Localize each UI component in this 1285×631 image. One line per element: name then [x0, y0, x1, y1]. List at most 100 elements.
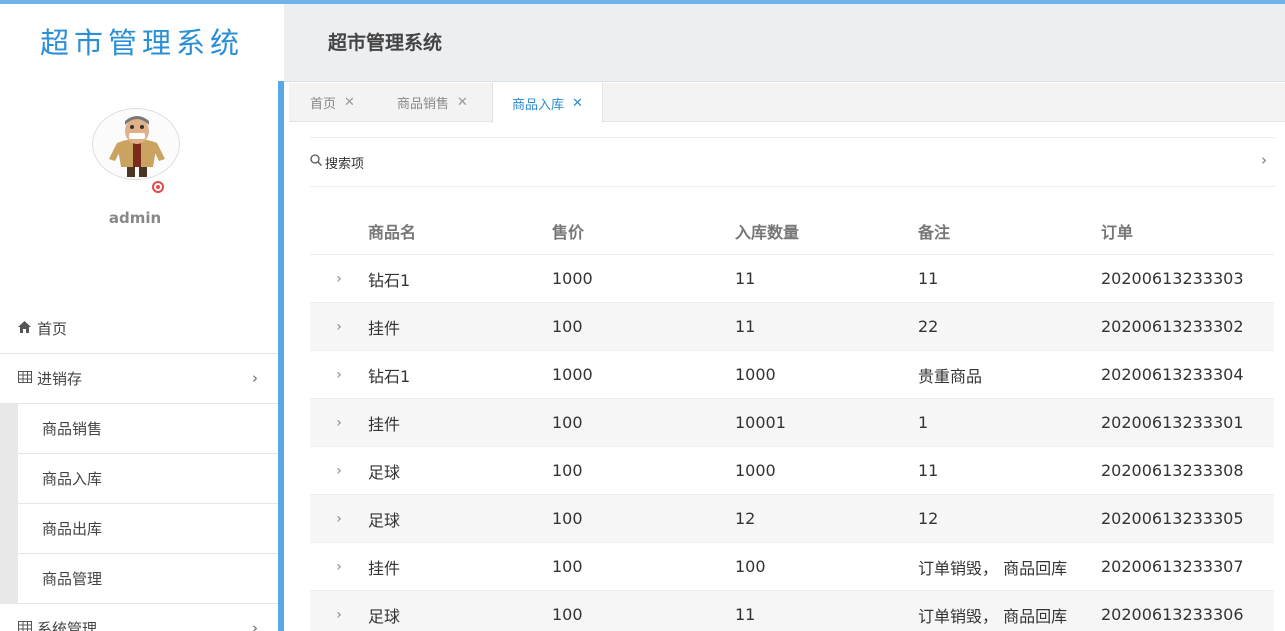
column-header[interactable]: 备注 — [918, 219, 1101, 243]
submenu: 商品销售 商品入库 商品出库 商品管理 — [0, 404, 278, 604]
table-cell: 挂件 — [368, 414, 401, 434]
submenu-item-stock-out[interactable]: 商品出库 — [18, 504, 278, 554]
top-header: 超市管理系统 — [284, 4, 1285, 82]
table-cell: 100 — [735, 557, 766, 576]
expand-chevron-icon[interactable]: › — [310, 559, 368, 575]
submenu-item-stock-in[interactable]: 商品入库 — [18, 454, 278, 504]
tab-stock-in[interactable]: 商品入库 ✕ — [492, 83, 603, 123]
table-row[interactable]: › 足球 100 1000 11 20200613233308 — [310, 447, 1274, 495]
expand-chevron-icon[interactable]: › — [310, 271, 368, 287]
sidebar-item-inventory[interactable]: 进销存 › — [0, 354, 278, 404]
table-cell: 足球 — [368, 462, 401, 482]
column-header[interactable]: 订单 — [1101, 219, 1274, 243]
chevron-right-icon: › — [252, 619, 258, 631]
table-cell: 22 — [918, 317, 939, 336]
table-cell: 挂件 — [368, 558, 401, 578]
submenu-item-label: 商品管理 — [42, 570, 103, 588]
tab-label: 商品入库 — [512, 97, 565, 113]
close-icon[interactable]: ✕ — [572, 96, 583, 111]
table-row[interactable]: › 足球 100 12 12 20200613233305 — [310, 495, 1274, 543]
sidebar-scrollbar[interactable] — [278, 81, 284, 631]
page-title: 超市管理系统 — [328, 32, 443, 54]
table-cell: 11 — [735, 269, 756, 288]
table-cell: 钻石1 — [368, 270, 411, 290]
expand-chevron-icon[interactable]: › — [310, 607, 368, 623]
table-row[interactable]: › 挂件 100 100 订单销毁， 商品回库 20200613233307 — [310, 543, 1274, 591]
stock-in-table: 商品名 售价 入库数量 备注 订单 › 钻石1 1000 11 11 20200… — [310, 207, 1274, 631]
table-cell: 20200613233306 — [1101, 605, 1244, 624]
expand-chevron-icon[interactable]: › — [310, 463, 368, 479]
table-cell: 1000 — [735, 461, 776, 480]
search-collapse[interactable]: 搜索项 › — [310, 137, 1275, 187]
tab-home[interactable]: 首页 ✕ — [310, 83, 355, 122]
table-cell: 1000 — [552, 365, 593, 384]
table-row[interactable]: › 挂件 100 10001 1 20200613233301 — [310, 399, 1274, 447]
submenu-item-sales[interactable]: 商品销售 — [18, 404, 278, 454]
table-cell: 100 — [552, 557, 583, 576]
sidebar-item-label: 进销存 — [37, 370, 83, 388]
table-cell: 10001 — [735, 413, 786, 432]
close-icon[interactable]: ✕ — [457, 95, 468, 110]
search-label: 搜索项 — [325, 156, 365, 172]
avatar[interactable] — [92, 108, 180, 180]
table-cell: 贵重商品 — [918, 366, 983, 386]
table-cell: 12 — [918, 509, 939, 528]
submenu-item-label: 商品入库 — [42, 470, 103, 488]
table-cell: 20200613233307 — [1101, 557, 1244, 576]
table-cell: 12 — [735, 509, 756, 528]
table-cell: 1 — [918, 413, 929, 432]
table-cell: 11 — [735, 605, 756, 624]
home-icon — [18, 320, 34, 337]
table-cell: 20200613233301 — [1101, 413, 1244, 432]
table-cell: 足球 — [368, 510, 401, 530]
expand-chevron-icon[interactable]: › — [310, 319, 368, 335]
sidebar-item-system[interactable]: 系统管理 › — [0, 604, 278, 631]
submenu-item-product-manage[interactable]: 商品管理 — [18, 554, 278, 604]
sidebar-item-label: 首页 — [37, 320, 68, 338]
column-header[interactable]: 商品名 — [368, 219, 552, 243]
expand-chevron-icon[interactable]: › — [310, 367, 368, 383]
table-cell: 100 — [552, 317, 583, 336]
table-cell: 钻石1 — [368, 366, 411, 386]
table-row[interactable]: › 挂件 100 11 22 20200613233302 — [310, 303, 1274, 351]
table-cell: 20200613233304 — [1101, 365, 1244, 384]
column-header[interactable]: 入库数量 — [735, 219, 918, 243]
chevron-right-icon[interactable]: › — [1261, 151, 1267, 169]
chevron-right-icon: › — [252, 369, 258, 387]
table-cell: 挂件 — [368, 318, 401, 338]
table-cell: 11 — [918, 461, 939, 480]
table-cell: 11 — [735, 317, 756, 336]
column-header[interactable]: 售价 — [552, 219, 735, 243]
table-cell: 100 — [552, 461, 583, 480]
table-cell: 订单销毁， 商品回库 — [918, 558, 1068, 578]
expand-chevron-icon[interactable]: › — [310, 415, 368, 431]
table-cell: 足球 — [368, 606, 401, 626]
table-cell: 订单销毁， 商品回库 — [918, 606, 1068, 626]
submenu-item-label: 商品销售 — [42, 420, 103, 438]
username: admin — [108, 209, 162, 227]
table-icon — [18, 620, 34, 631]
tab-label: 首页 — [310, 97, 337, 112]
table-cell: 100 — [552, 605, 583, 624]
tab-sales[interactable]: 商品销售 ✕ — [397, 83, 468, 122]
table-cell: 20200613233302 — [1101, 317, 1244, 336]
table-row[interactable]: › 钻石1 1000 1000 贵重商品 20200613233304 — [310, 351, 1274, 399]
tab-bar: 首页 ✕ 商品销售 ✕ 商品入库 ✕ — [289, 83, 1285, 123]
table-row[interactable]: › 钻石1 1000 11 11 20200613233303 — [310, 255, 1274, 303]
table-cell: 20200613233303 — [1101, 269, 1244, 288]
sidebar-item-label: 系统管理 — [37, 620, 98, 631]
table-row[interactable]: › 足球 100 11 订单销毁， 商品回库 20200613233306 — [310, 591, 1274, 631]
table-cell: 1000 — [552, 269, 593, 288]
close-icon[interactable]: ✕ — [344, 95, 355, 110]
table-icon — [18, 370, 34, 387]
brand-logo[interactable]: 超市管理系统 — [0, 4, 284, 78]
tab-label: 商品销售 — [397, 97, 450, 112]
expand-chevron-icon[interactable]: › — [310, 511, 368, 527]
table-cell: 1000 — [735, 365, 776, 384]
sidebar-item-home[interactable]: 首页 — [0, 304, 278, 354]
table-cell: 100 — [552, 413, 583, 432]
main-content: 搜索项 › 商品名 售价 入库数量 备注 订单 › 钻石1 1000 11 11… — [289, 123, 1285, 631]
sidebar-menu: 首页 进销存 › 商品销售 商品入库 商品出库 商品管理 系统管理 › — [0, 304, 278, 631]
status-dot — [152, 181, 164, 193]
submenu-item-label: 商品出库 — [42, 520, 103, 538]
